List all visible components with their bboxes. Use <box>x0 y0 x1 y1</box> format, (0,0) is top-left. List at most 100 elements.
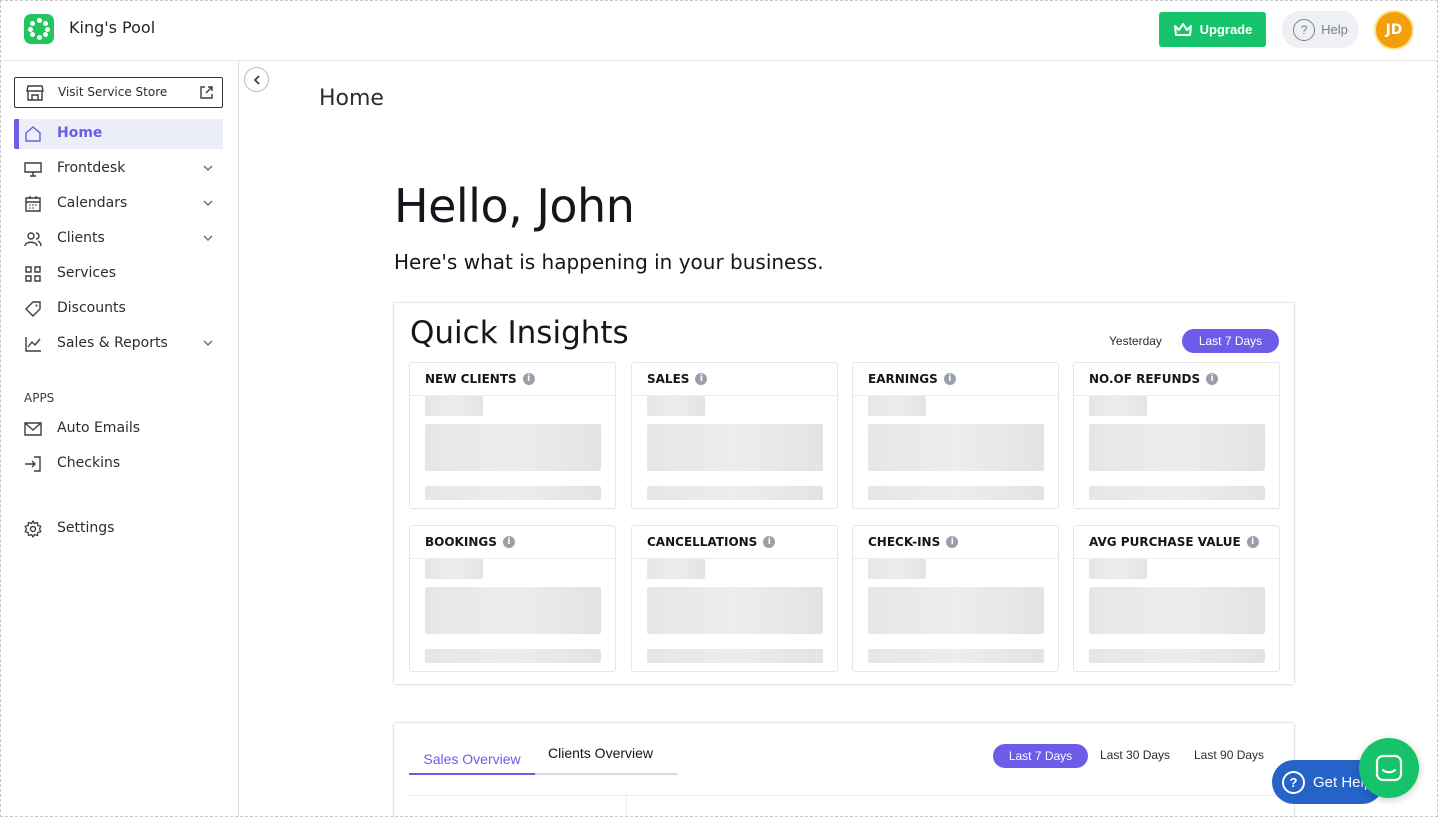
loading-skeleton <box>1089 587 1265 634</box>
home-icon <box>25 126 41 142</box>
chevron-down-icon <box>203 340 213 347</box>
info-icon[interactable]: i <box>695 373 708 385</box>
sidebar-item-sales-reports[interactable]: Sales & Reports <box>14 329 223 359</box>
greeting-subtitle: Here's what is happening in your busines… <box>394 250 824 274</box>
visit-service-store-button[interactable]: Visit Service Store <box>14 77 223 108</box>
chat-icon <box>1375 754 1403 782</box>
chevron-left-icon <box>253 74 260 85</box>
sidebar-item-clients[interactable]: Clients <box>14 224 223 254</box>
overview-filter-last-90-days[interactable]: Last 90 Days <box>1194 748 1264 762</box>
sidebar-item-label: Auto Emails <box>57 420 141 436</box>
info-icon[interactable]: i <box>943 373 956 385</box>
gear-icon <box>24 520 42 538</box>
page-title: Home <box>319 86 384 111</box>
collapse-sidebar-button[interactable] <box>244 67 269 92</box>
info-icon[interactable]: i <box>946 536 959 548</box>
crown-icon <box>1173 22 1192 36</box>
loading-skeleton <box>647 559 705 579</box>
sidebar-item-frontdesk[interactable]: Frontdesk <box>14 154 223 184</box>
loading-skeleton <box>868 424 1044 471</box>
sidebar-item-checkins[interactable]: Checkins <box>14 449 223 479</box>
chevron-down-icon <box>203 200 213 207</box>
loading-skeleton <box>868 649 1044 663</box>
tab-sales-overview[interactable]: Sales Overview <box>409 745 535 775</box>
loading-skeleton <box>868 587 1044 634</box>
sidebar-item-services[interactable]: Services <box>14 259 223 289</box>
sidebar: Visit Service Store Home Frontdesk Calen… <box>0 61 239 817</box>
overview-filter-last-30-days[interactable]: Last 30 Days <box>1100 748 1170 762</box>
loading-skeleton <box>1089 424 1265 471</box>
chat-launcher-button[interactable] <box>1359 738 1419 798</box>
sidebar-item-label: Calendars <box>57 195 128 211</box>
filter-last-7-days[interactable]: Last 7 Days <box>1182 329 1279 353</box>
overview-tabs: Sales Overview Clients Overview <box>409 745 678 775</box>
insight-card-sales: SALES i <box>631 362 838 509</box>
loading-skeleton <box>425 486 601 500</box>
users-icon <box>24 232 42 247</box>
insight-card-earnings: EARNINGS i <box>852 362 1059 509</box>
loading-skeleton <box>868 396 926 416</box>
store-icon <box>26 85 44 101</box>
sidebar-item-calendars[interactable]: Calendars <box>14 189 223 219</box>
info-icon[interactable]: i <box>502 536 515 548</box>
sidebar-item-discounts[interactable]: Discounts <box>14 294 223 324</box>
monitor-icon <box>24 162 42 177</box>
overview-content <box>409 795 1283 817</box>
info-icon[interactable]: i <box>1206 373 1219 385</box>
visit-store-label: Visit Service Store <box>58 85 168 99</box>
tab-clients-overview[interactable]: Clients Overview <box>548 745 653 761</box>
sidebar-item-label: Clients <box>57 230 105 246</box>
loading-skeleton <box>647 424 823 471</box>
mail-icon <box>24 422 42 436</box>
tag-icon <box>25 301 41 317</box>
loading-skeleton <box>647 486 823 500</box>
card-title: EARNINGS i <box>868 372 956 386</box>
apps-section-heading: APPS <box>24 391 55 405</box>
question-icon: ? <box>1282 770 1305 794</box>
question-icon: ? <box>1293 18 1316 41</box>
quick-insights-panel: Quick Insights Yesterday Last 7 Days NEW… <box>393 302 1295 685</box>
card-title: NEW CLIENTS i <box>425 372 535 386</box>
loading-skeleton <box>1089 486 1265 500</box>
sidebar-item-label: Settings <box>57 520 115 536</box>
calendar-icon <box>25 196 41 212</box>
loading-skeleton <box>1089 396 1147 416</box>
card-title: BOOKINGS i <box>425 535 515 549</box>
sidebar-item-label: Home <box>57 125 103 141</box>
external-link-icon <box>200 86 213 99</box>
loading-skeleton <box>425 559 483 579</box>
insight-card-cancellations: CANCELLATIONS i <box>631 525 838 672</box>
loading-skeleton <box>868 486 1044 500</box>
loading-skeleton <box>425 424 601 471</box>
upgrade-button[interactable]: Upgrade <box>1159 12 1266 47</box>
sidebar-item-home[interactable]: Home <box>14 119 223 149</box>
insight-card-check-ins: CHECK-INS i <box>852 525 1059 672</box>
help-button[interactable]: ? Help <box>1282 11 1359 48</box>
insight-card-avg-purchase-value: AVG PURCHASE VALUE i <box>1073 525 1280 672</box>
loading-skeleton <box>1089 559 1147 579</box>
info-icon[interactable]: i <box>1246 536 1259 548</box>
user-avatar[interactable]: JD <box>1374 10 1414 50</box>
loading-skeleton <box>647 587 823 634</box>
insight-card-new-clients: NEW CLIENTS i <box>409 362 616 509</box>
sidebar-item-label: Sales & Reports <box>57 335 168 351</box>
sidebar-item-settings[interactable]: Settings <box>14 514 223 544</box>
login-icon <box>25 456 41 472</box>
info-icon[interactable]: i <box>522 373 535 385</box>
brand-logo-icon[interactable] <box>24 14 54 44</box>
sidebar-item-label: Frontdesk <box>57 160 126 176</box>
overview-filter-last-7-days[interactable]: Last 7 Days <box>993 744 1088 768</box>
card-title: AVG PURCHASE VALUE i <box>1089 535 1259 549</box>
overview-panel: Sales Overview Clients Overview Last 7 D… <box>393 722 1295 817</box>
loading-skeleton <box>425 587 601 634</box>
grid-icon <box>25 266 41 282</box>
sidebar-item-label: Discounts <box>57 300 126 316</box>
chevron-down-icon <box>203 165 213 172</box>
filter-yesterday[interactable]: Yesterday <box>1109 334 1162 348</box>
insight-card-bookings: BOOKINGS i <box>409 525 616 672</box>
sidebar-item-label: Checkins <box>57 455 121 471</box>
card-title: SALES i <box>647 372 708 386</box>
sidebar-item-auto-emails[interactable]: Auto Emails <box>14 414 223 444</box>
greeting-heading: Hello, John <box>394 179 635 233</box>
info-icon[interactable]: i <box>763 536 776 548</box>
